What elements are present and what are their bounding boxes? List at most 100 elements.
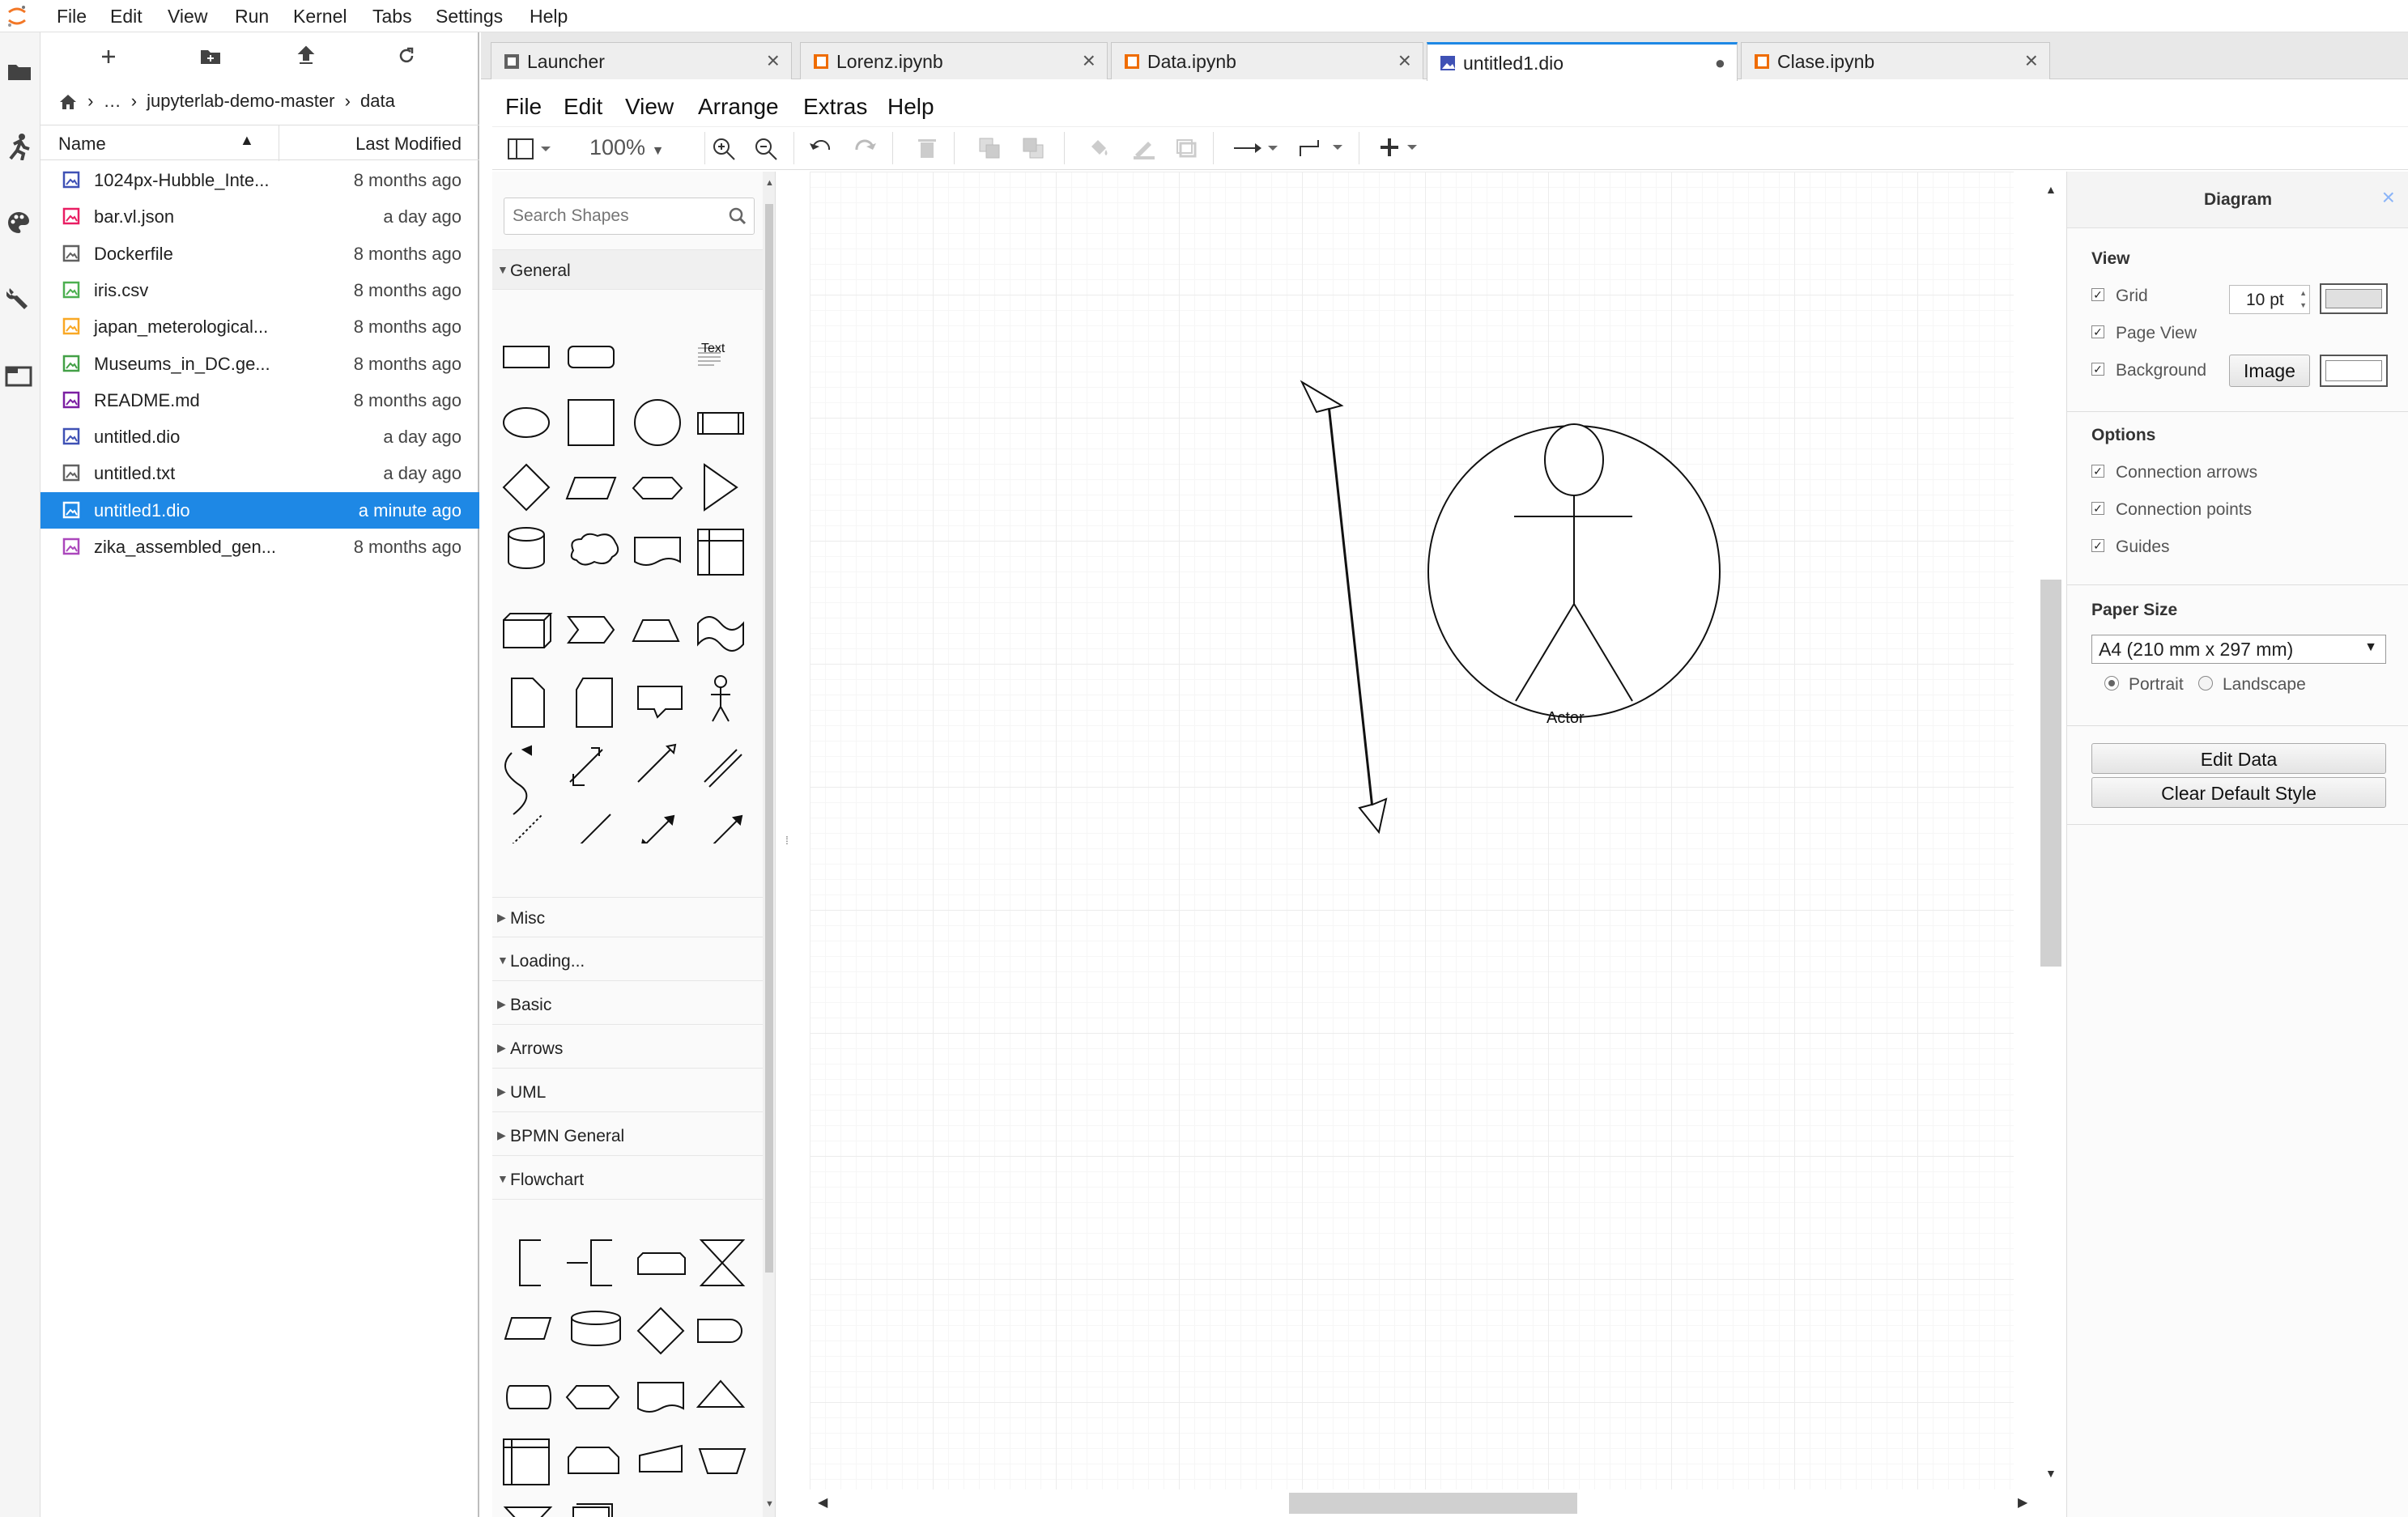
section-uml[interactable]: ▶ UML xyxy=(492,1072,768,1112)
sort-ascending-icon[interactable]: ▲ xyxy=(240,132,254,149)
section-basic[interactable]: ▶ Basic xyxy=(492,984,768,1025)
close-icon[interactable]: × xyxy=(1398,48,1411,74)
drawio-menu-file[interactable]: File xyxy=(505,94,542,120)
scroll-right-arrow-icon[interactable]: ▶ xyxy=(2018,1494,2027,1511)
connection-points-checkbox[interactable]: ✓ Connection points xyxy=(2091,500,2252,520)
section-general[interactable]: ▼ General xyxy=(492,249,768,290)
sidebar-splitter[interactable]: ⁞ xyxy=(776,172,810,1517)
zoom-level[interactable]: 100% ▼ xyxy=(589,135,664,163)
menu-tabs[interactable]: Tabs xyxy=(372,6,412,28)
insert-plus-icon[interactable] xyxy=(1380,137,1428,159)
wrench-icon[interactable] xyxy=(6,285,31,311)
canvas-scroll-thumb-vertical[interactable] xyxy=(2040,580,2061,967)
section-bpmn-general[interactable]: ▶ BPMN General xyxy=(492,1115,768,1156)
unsaved-dot-icon[interactable]: ● xyxy=(1715,53,1725,74)
edit-data-button[interactable]: Edit Data xyxy=(2091,743,2386,774)
home-icon[interactable] xyxy=(58,93,78,111)
diagram-canvas[interactable]: Actor xyxy=(810,172,2014,1489)
text-shape[interactable]: Text xyxy=(701,342,725,356)
image-button[interactable]: Image xyxy=(2229,355,2310,387)
delete-icon[interactable] xyxy=(917,137,938,159)
palette-icon[interactable] xyxy=(6,210,31,235)
canvas-vertical-scrollbar[interactable]: ▲ ▼ xyxy=(2037,172,2065,1489)
drawio-menu-edit[interactable]: Edit xyxy=(564,94,602,120)
menu-edit[interactable]: Edit xyxy=(110,6,143,28)
scroll-down-arrow-icon[interactable]: ▼ xyxy=(2045,1467,2057,1480)
file-row[interactable]: 1024px-Hubble_Inte... 8 months ago xyxy=(40,162,479,198)
section-misc[interactable]: ▶ Misc xyxy=(492,897,768,937)
menu-run[interactable]: Run xyxy=(235,6,269,28)
tab-untitled1-dio[interactable]: untitled1.dio ● xyxy=(1427,42,1738,81)
new-launcher-button[interactable] xyxy=(99,47,118,66)
breadcrumb-folder[interactable]: jupyterlab-demo-master xyxy=(147,91,334,111)
close-icon[interactable]: × xyxy=(2025,48,2038,74)
file-row[interactable]: Museums_in_DC.ge... 8 months ago xyxy=(40,346,479,382)
line-color-icon[interactable] xyxy=(1132,137,1156,159)
close-icon[interactable]: × xyxy=(767,48,780,74)
format-panel-toggle-icon[interactable] xyxy=(507,137,554,161)
general-shapes-icons[interactable] xyxy=(492,291,768,599)
waypoints-icon[interactable] xyxy=(1297,137,1346,159)
section-loading[interactable]: ▼ Loading... xyxy=(492,941,768,981)
grid-checkbox[interactable]: ✓ Grid xyxy=(2091,287,2148,306)
checkbox-checked-icon[interactable]: ✓ xyxy=(2091,502,2104,516)
actor-shape[interactable] xyxy=(1427,423,1721,718)
shapes-scrollbar[interactable]: ▲ ▼ xyxy=(763,172,775,1517)
redo-icon[interactable] xyxy=(853,137,878,159)
drawio-menu-extras[interactable]: Extras xyxy=(803,94,867,120)
canvas-scroll-thumb-horizontal[interactable] xyxy=(1289,1493,1577,1514)
radio-selected-icon[interactable] xyxy=(2104,676,2119,691)
background-color-swatch[interactable] xyxy=(2320,355,2388,387)
file-row[interactable]: untitled.txt a day ago xyxy=(40,455,479,491)
checkbox-checked-icon[interactable]: ✓ xyxy=(2091,288,2104,302)
close-icon[interactable]: × xyxy=(1083,48,1096,74)
shadow-icon[interactable] xyxy=(1176,137,1200,159)
running-icon[interactable] xyxy=(6,133,31,160)
scroll-down-arrow-icon[interactable]: ▼ xyxy=(765,1499,774,1509)
tab-clase[interactable]: Clase.ipynb × xyxy=(1741,42,2050,79)
drawio-menu-arrange[interactable]: Arrange xyxy=(698,94,779,120)
close-icon[interactable]: × xyxy=(2382,185,2395,210)
tab-data[interactable]: Data.ipynb × xyxy=(1111,42,1423,79)
landscape-radio[interactable]: Landscape xyxy=(2198,675,2306,695)
file-row[interactable]: Dockerfile 8 months ago xyxy=(40,236,479,272)
portrait-radio[interactable]: Portrait xyxy=(2104,675,2184,695)
actor-label[interactable]: Actor xyxy=(1546,709,1585,728)
checkbox-checked-icon[interactable]: ✓ xyxy=(2091,363,2104,376)
upload-button[interactable] xyxy=(296,45,316,66)
checkbox-checked-icon[interactable]: ✓ xyxy=(2091,325,2104,339)
tab-launcher[interactable]: Launcher × xyxy=(491,42,792,79)
drawio-menu-view[interactable]: View xyxy=(625,94,674,120)
checkbox-checked-icon[interactable]: ✓ xyxy=(2091,539,2104,553)
page-view-checkbox[interactable]: ✓ Page View xyxy=(2091,324,2197,343)
refresh-button[interactable] xyxy=(397,46,416,66)
menu-view[interactable]: View xyxy=(168,6,207,28)
shapes-scroll-thumb[interactable] xyxy=(765,204,773,1273)
double-arrow-shape[interactable] xyxy=(1300,380,1388,835)
file-row[interactable]: bar.vl.json a day ago xyxy=(40,198,479,235)
connection-style-icon[interactable] xyxy=(1232,138,1281,158)
drawio-menu-help[interactable]: Help xyxy=(887,94,934,120)
flowchart-shapes-icons[interactable] xyxy=(492,1167,768,1517)
to-back-icon[interactable] xyxy=(1022,137,1046,159)
undo-icon[interactable] xyxy=(808,137,832,159)
radio-unselected-icon[interactable] xyxy=(2198,676,2213,691)
file-row[interactable]: japan_meterological... 8 months ago xyxy=(40,308,479,345)
column-name[interactable]: Name xyxy=(58,134,106,155)
grid-color-swatch[interactable] xyxy=(2320,283,2388,314)
file-row[interactable]: zika_assembled_gen... 8 months ago xyxy=(40,529,479,565)
breadcrumb-current[interactable]: data xyxy=(360,91,395,111)
search-shapes-box[interactable] xyxy=(504,198,755,235)
zoom-in-icon[interactable] xyxy=(711,136,738,162)
connection-arrows-checkbox[interactable]: ✓ Connection arrows xyxy=(2091,463,2257,482)
folder-icon[interactable] xyxy=(6,60,32,83)
background-checkbox[interactable]: ✓ Background xyxy=(2091,361,2206,380)
menu-help[interactable]: Help xyxy=(530,6,568,28)
guides-checkbox[interactable]: ✓ Guides xyxy=(2091,538,2170,557)
file-row[interactable]: untitled1.dio a minute ago xyxy=(40,492,479,529)
scroll-up-arrow-icon[interactable]: ▲ xyxy=(765,178,774,188)
tabs-icon[interactable] xyxy=(5,364,32,389)
menu-file[interactable]: File xyxy=(57,6,87,28)
fill-color-icon[interactable] xyxy=(1087,137,1111,159)
menu-settings[interactable]: Settings xyxy=(436,6,503,28)
